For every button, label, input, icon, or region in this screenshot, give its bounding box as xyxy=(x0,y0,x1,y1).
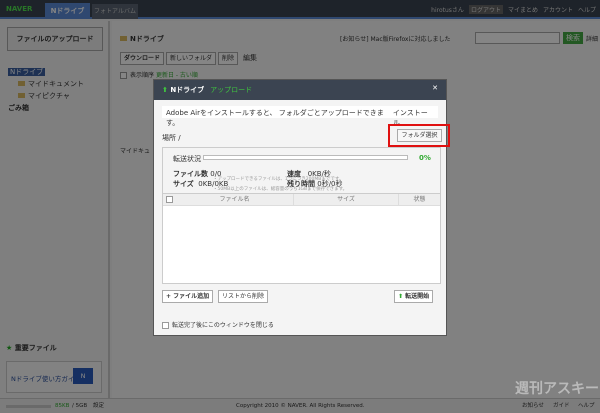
remove-from-list-button[interactable]: リストから削除 xyxy=(218,290,269,303)
progress-bar xyxy=(203,155,408,160)
progress-text: 0% xyxy=(419,154,431,162)
upload-icon: ⬆ xyxy=(398,293,404,300)
table-select-all[interactable] xyxy=(166,196,173,203)
install-link[interactable]: インストール xyxy=(393,108,434,127)
folder-select-button[interactable]: フォルダ選択 xyxy=(397,129,442,142)
add-file-button[interactable]: + ファイル追加 xyxy=(162,290,214,303)
start-transfer-button[interactable]: ⬆ 転送開始 xyxy=(394,290,434,303)
location-path: / xyxy=(178,134,181,142)
transfer-panel: 転送状況 0% ファイル数 0/0 サイズ 0KB/0KB 速度 0KB/秒 残… xyxy=(162,147,441,284)
file-table-header: ファイル名 サイズ 状態 xyxy=(163,194,440,206)
close-icon[interactable]: ✕ xyxy=(432,84,438,92)
close-after-checkbox[interactable] xyxy=(162,322,169,329)
upload-icon: ⬆ xyxy=(162,86,168,94)
upload-dialog: ⬆ Nドライブ アップロード ✕ Adobe Airをインストールすると、 フォルダ… xyxy=(153,79,450,336)
watermark: 週刊アスキー xyxy=(515,381,599,397)
